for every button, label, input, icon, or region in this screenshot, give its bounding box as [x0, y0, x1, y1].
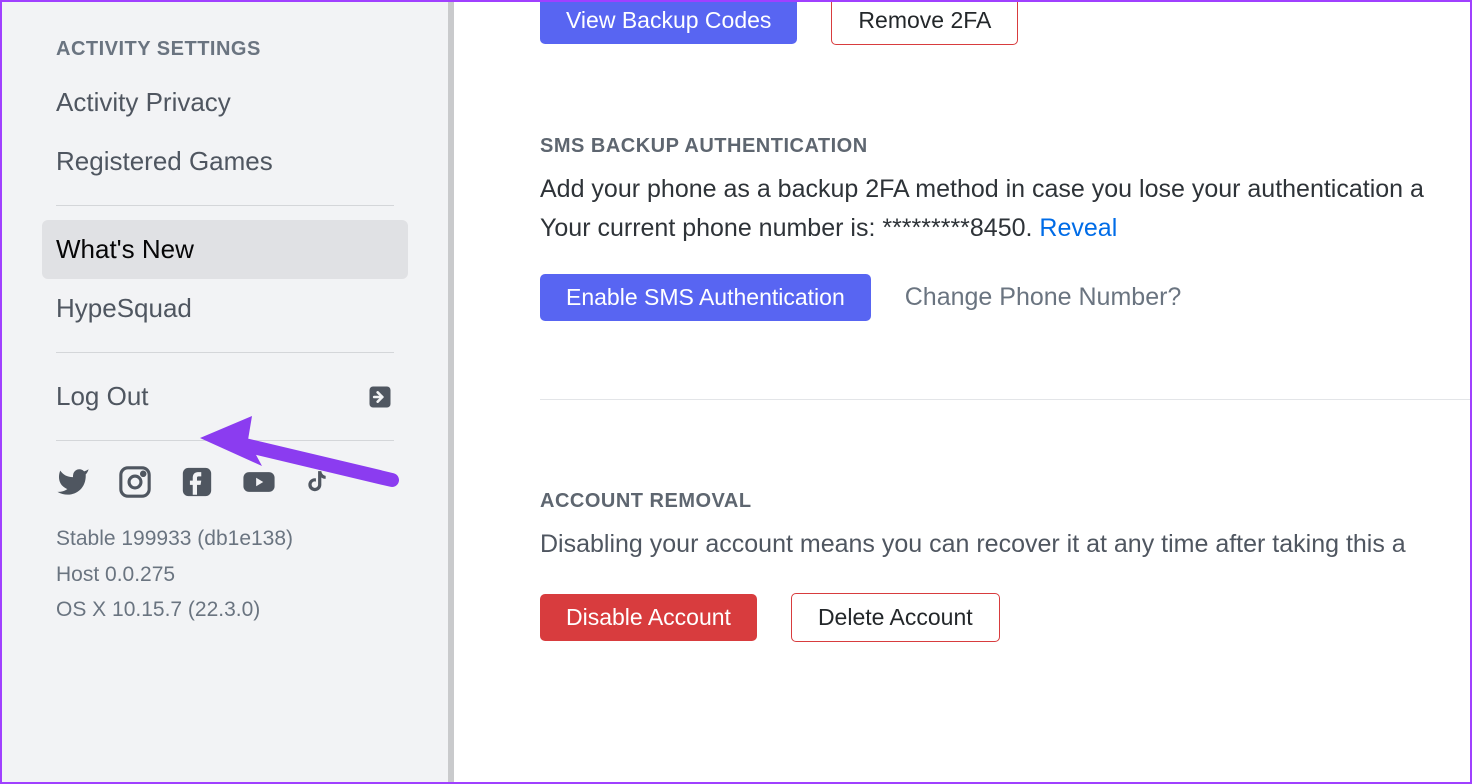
sidebar-item-hypesquad[interactable]: HypeSquad [42, 279, 408, 338]
version-info: Stable 199933 (db1e138) Host 0.0.275 OS … [42, 521, 408, 628]
youtube-icon[interactable] [242, 465, 276, 499]
divider [56, 352, 394, 353]
facebook-icon[interactable] [180, 465, 214, 499]
settings-sidebar: Activity Settings Activity Privacy Regis… [2, 2, 454, 782]
main-content: View Backup Codes Remove 2FA SMS Backup … [454, 2, 1470, 782]
sidebar-section-header: Activity Settings [42, 30, 408, 73]
reveal-phone-link[interactable]: Reveal [1039, 214, 1117, 242]
sidebar-item-registered-games[interactable]: Registered Games [42, 132, 408, 191]
version-line: Stable 199933 (db1e138) [56, 521, 408, 557]
sms-phone-line: Your current phone number is: *********8… [540, 209, 1470, 248]
sidebar-item-activity-privacy[interactable]: Activity Privacy [42, 73, 408, 132]
account-removal-section: Account Removal Disabling your account m… [540, 490, 1470, 643]
twitter-icon[interactable] [56, 465, 90, 499]
sms-backup-section: SMS Backup Authentication Add your phone… [540, 135, 1470, 321]
phone-prefix: Your current phone number is: [540, 214, 882, 242]
delete-account-button[interactable]: Delete Account [791, 593, 1000, 642]
disable-account-button[interactable]: Disable Account [540, 594, 757, 641]
removal-section-title: Account Removal [540, 490, 1470, 513]
removal-description: Disabling your account means you can rec… [540, 525, 1470, 564]
logout-icon [366, 383, 394, 411]
version-line: Host 0.0.275 [56, 557, 408, 593]
enable-sms-auth-button[interactable]: Enable SMS Authentication [540, 274, 871, 321]
divider [56, 205, 394, 206]
sms-description: Add your phone as a backup 2FA method in… [540, 170, 1470, 209]
version-line: OS X 10.15.7 (22.3.0) [56, 592, 408, 628]
change-phone-link[interactable]: Change Phone Number? [905, 283, 1182, 312]
sms-section-title: SMS Backup Authentication [540, 135, 1470, 158]
sidebar-item-logout[interactable]: Log Out [42, 367, 408, 426]
tiktok-icon[interactable] [304, 469, 330, 495]
remove-2fa-button[interactable]: Remove 2FA [831, 2, 1018, 45]
social-links [42, 455, 408, 521]
divider [540, 399, 1470, 400]
sidebar-item-whats-new[interactable]: What's New [42, 220, 408, 279]
divider [56, 440, 394, 441]
instagram-icon[interactable] [118, 465, 152, 499]
logout-label: Log Out [56, 381, 149, 412]
view-backup-codes-button[interactable]: View Backup Codes [540, 2, 797, 44]
phone-masked: *********8450. [882, 214, 1032, 242]
